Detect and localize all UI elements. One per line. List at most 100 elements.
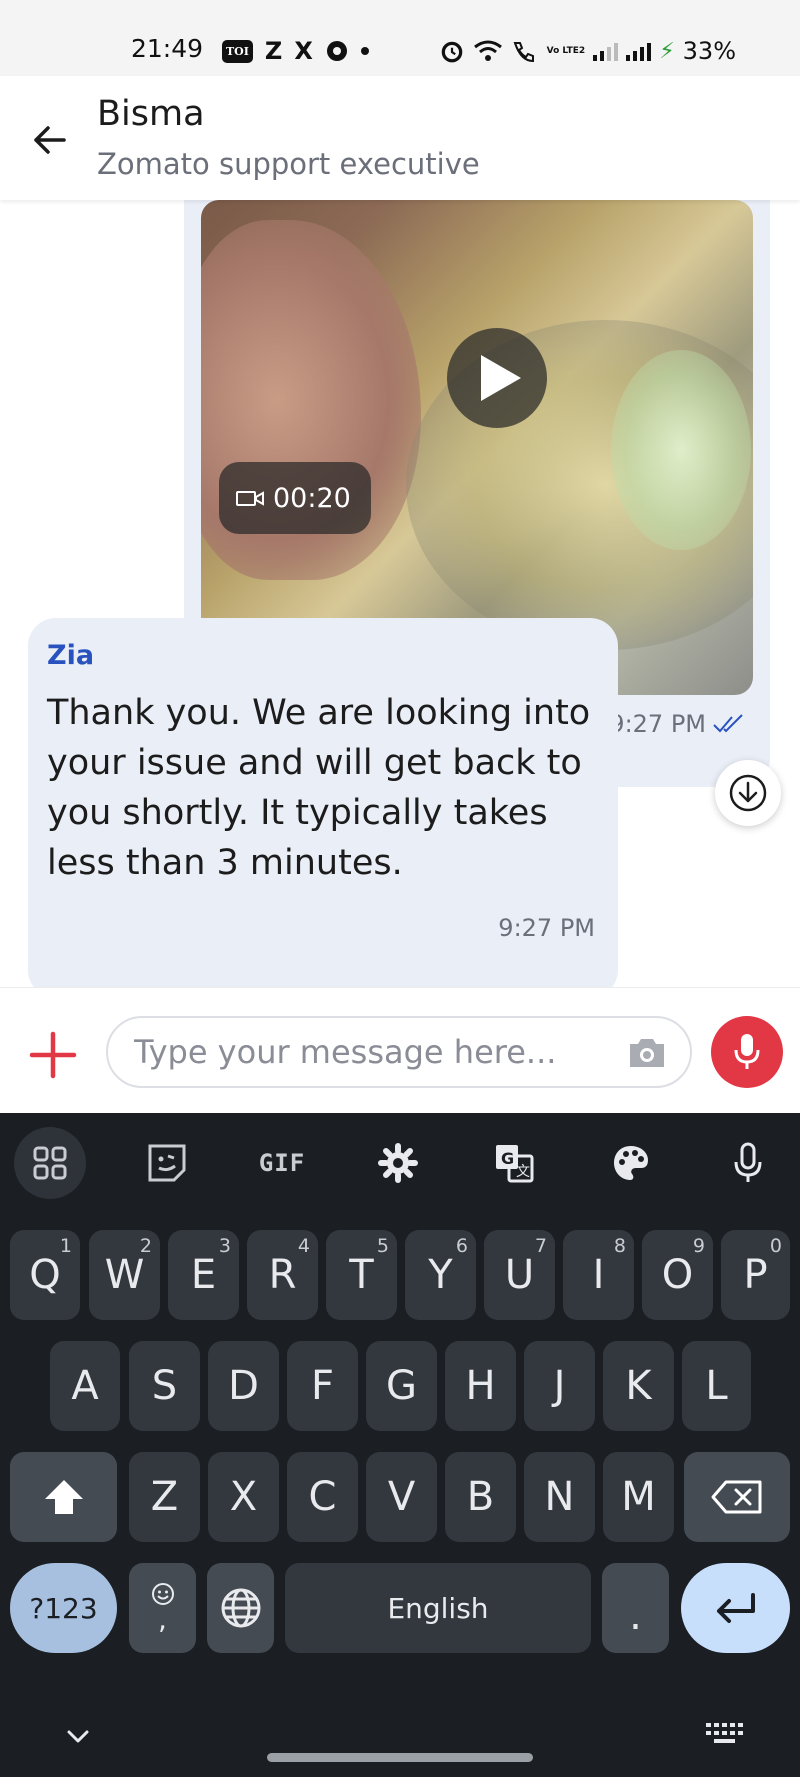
key-l[interactable]: L: [682, 1341, 751, 1431]
key-w[interactable]: W2: [89, 1230, 160, 1320]
message-time: 9:27 PM: [609, 710, 706, 738]
attach-button[interactable]: [28, 1030, 78, 1080]
outgoing-message-meta: 9:27 PM: [609, 710, 746, 738]
zomato-app-icon: Z: [264, 37, 283, 65]
system-status-icons: Vo LTE2 ⚡ 33%: [439, 34, 736, 68]
gif-icon: GIF: [258, 1149, 306, 1177]
language-key[interactable]: [207, 1563, 274, 1653]
space-key[interactable]: English: [285, 1563, 591, 1653]
emoji-comma-key[interactable]: ,: [129, 1563, 196, 1653]
camera-icon: [630, 1039, 664, 1067]
mic-icon: [734, 1142, 762, 1182]
keyboard-bottom-bar: [0, 1707, 800, 1777]
sticker-icon: [148, 1144, 186, 1182]
backspace-key[interactable]: [684, 1452, 790, 1542]
charging-icon: ⚡: [659, 38, 675, 64]
status-time: 21:49: [131, 34, 204, 63]
key-i[interactable]: I8: [563, 1230, 634, 1320]
arrow-left-icon: [34, 126, 66, 154]
key-z[interactable]: Z: [129, 1452, 200, 1542]
camera-button[interactable]: [626, 1035, 668, 1071]
key-y[interactable]: Y6: [405, 1230, 476, 1320]
wifi-calling-icon: [513, 42, 534, 63]
apps-button[interactable]: [14, 1127, 86, 1199]
more-notifications-dot-icon: [360, 47, 369, 55]
message-composer: [0, 987, 800, 1113]
scroll-to-bottom-button[interactable]: [715, 760, 781, 826]
incoming-text-message: Zia Thank you. We are looking into your …: [28, 618, 618, 987]
video-duration-badge: 00:20: [219, 462, 371, 534]
on-screen-keyboard: GIF G文 Q1 W2 E3 R4 T5 Y6 U7 I8 O9 P0 A S…: [0, 1113, 800, 1777]
key-t[interactable]: T5: [326, 1230, 397, 1320]
key-j[interactable]: J: [524, 1341, 595, 1431]
status-bar: 21:49 TOI Z X Vo LTE2 ⚡ 33%: [0, 0, 800, 76]
volte-indicator: Vo LTE2: [546, 45, 586, 56]
message-time: 9:27 PM: [498, 914, 595, 942]
agent-role: Zomato support executive: [97, 147, 480, 181]
chevron-down-icon: [67, 1730, 89, 1743]
key-g[interactable]: G: [366, 1341, 437, 1431]
key-p[interactable]: P0: [721, 1230, 790, 1320]
gesture-nav-handle[interactable]: [267, 1753, 533, 1762]
key-o[interactable]: O9: [642, 1230, 713, 1320]
key-q[interactable]: Q1: [10, 1230, 80, 1320]
sender-name: Zia: [47, 640, 95, 671]
x-app-icon: X: [294, 37, 313, 65]
microphone-icon: [734, 1034, 760, 1069]
voice-typing-button[interactable]: [712, 1127, 784, 1199]
globe-icon: [221, 1588, 260, 1628]
message-input-box: [106, 1016, 692, 1088]
sticker-button[interactable]: [131, 1127, 203, 1199]
symbols-key[interactable]: ?123: [10, 1563, 117, 1653]
key-x[interactable]: X: [208, 1452, 279, 1542]
period-key[interactable]: .: [602, 1563, 669, 1653]
message-input[interactable]: [134, 1030, 604, 1074]
message-text: Thank you. We are looking into your issu…: [47, 693, 591, 883]
theme-button[interactable]: [595, 1127, 667, 1199]
backspace-icon: [711, 1480, 762, 1514]
key-d[interactable]: D: [208, 1341, 279, 1431]
toi-app-icon: TOI: [222, 39, 253, 63]
apps-grid-icon: [33, 1146, 67, 1180]
play-button[interactable]: [447, 328, 547, 428]
enter-key[interactable]: [681, 1563, 790, 1653]
key-c[interactable]: C: [287, 1452, 358, 1542]
key-r[interactable]: R4: [247, 1230, 318, 1320]
shift-arrow-icon: [44, 1480, 83, 1514]
chrome-icon: [326, 41, 347, 61]
key-f[interactable]: F: [287, 1341, 358, 1431]
key-s[interactable]: S: [129, 1341, 200, 1431]
key-e[interactable]: E3: [168, 1230, 239, 1320]
key-u[interactable]: U7: [484, 1230, 555, 1320]
signal-sim1-icon: [593, 41, 619, 61]
notification-icons: TOI Z X: [222, 34, 369, 68]
palette-icon: [614, 1146, 648, 1180]
key-b[interactable]: B: [445, 1452, 516, 1542]
keyboard-icon: [706, 1723, 743, 1743]
key-k[interactable]: K: [603, 1341, 674, 1431]
svg-text:G: G: [501, 1149, 514, 1168]
play-icon: [481, 355, 521, 401]
chat-messages[interactable]: 00:20 9:27 PM Zia Thank you. We are look…: [0, 200, 800, 987]
alarm-icon: [441, 41, 462, 63]
agent-name: Bisma: [97, 94, 205, 134]
key-a[interactable]: A: [50, 1341, 120, 1431]
key-v[interactable]: V: [366, 1452, 437, 1542]
translate-button[interactable]: G文: [478, 1127, 550, 1199]
signal-sim2-icon: [626, 41, 652, 61]
switch-keyboard-button[interactable]: [704, 1719, 744, 1755]
gif-button[interactable]: GIF: [246, 1127, 318, 1199]
voice-message-button[interactable]: [711, 1016, 783, 1088]
back-button[interactable]: [28, 118, 72, 162]
hide-keyboard-button[interactable]: [60, 1719, 96, 1755]
video-camera-icon: [236, 491, 264, 506]
video-frame-lettuce: [611, 350, 751, 550]
key-h[interactable]: H: [445, 1341, 516, 1431]
wifi-icon: [473, 40, 502, 61]
double-check-icon: [713, 714, 743, 733]
keyboard-settings-button[interactable]: [362, 1127, 434, 1199]
key-m[interactable]: M: [603, 1452, 674, 1542]
key-n[interactable]: N: [524, 1452, 595, 1542]
shift-key[interactable]: [10, 1452, 117, 1542]
arrow-down-circle-icon: [729, 774, 767, 812]
